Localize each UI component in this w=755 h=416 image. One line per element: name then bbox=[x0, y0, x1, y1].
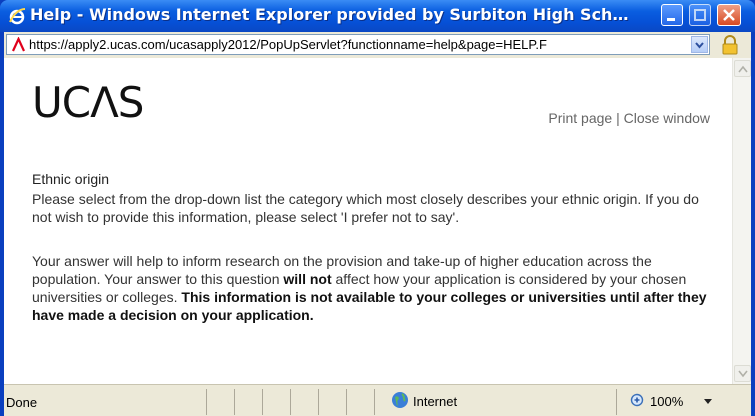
chevron-down-icon bbox=[695, 42, 704, 49]
status-bar: Done Internet 100% bbox=[4, 384, 751, 416]
minimize-icon bbox=[667, 18, 675, 21]
scroll-up-button[interactable] bbox=[734, 60, 751, 77]
chevron-up-icon bbox=[738, 65, 748, 73]
status-pane-divider bbox=[290, 389, 291, 415]
ie-logo-icon bbox=[9, 8, 26, 25]
url-dropdown-button[interactable] bbox=[691, 36, 708, 53]
close-button[interactable] bbox=[717, 4, 741, 26]
print-page-link[interactable]: Print page bbox=[548, 110, 612, 126]
lock-icon[interactable] bbox=[718, 33, 742, 57]
close-window-link[interactable]: Close window bbox=[624, 110, 710, 126]
status-pane-divider bbox=[206, 389, 207, 415]
title-bar[interactable]: Help - Windows Internet Explorer provide… bbox=[0, 0, 755, 32]
zoom-level: 100% bbox=[650, 394, 684, 409]
chevron-down-icon bbox=[738, 370, 748, 378]
chevron-down-icon[interactable] bbox=[704, 399, 712, 404]
address-bar: https://apply2.ucas.com/ucasapply2012/Po… bbox=[4, 32, 751, 58]
status-pane-divider bbox=[262, 389, 263, 415]
scroll-down-button[interactable] bbox=[734, 365, 751, 382]
link-separator: | bbox=[616, 110, 620, 126]
ucas-logo: UCΛS bbox=[32, 78, 144, 127]
browser-window: Help - Windows Internet Explorer provide… bbox=[0, 0, 755, 416]
status-pane-divider bbox=[346, 389, 347, 415]
status-text: Done bbox=[6, 395, 38, 410]
maximize-button[interactable] bbox=[689, 4, 711, 26]
window-title: Help - Windows Internet Explorer provide… bbox=[30, 5, 629, 24]
help-paragraph-1: Please select from the drop-down list th… bbox=[32, 191, 699, 225]
help-paragraph-2: Your answer will help to inform research… bbox=[32, 252, 712, 324]
close-icon bbox=[723, 9, 735, 21]
maximize-icon bbox=[694, 9, 706, 21]
url-field[interactable]: https://apply2.ucas.com/ucasapply2012/Po… bbox=[6, 34, 710, 55]
globe-icon bbox=[392, 392, 408, 408]
status-pane-divider bbox=[318, 389, 319, 415]
vertical-scrollbar[interactable] bbox=[732, 58, 751, 384]
status-pane-divider bbox=[234, 389, 235, 415]
zone-label: Internet bbox=[413, 394, 458, 409]
page-links: Print page | Close window bbox=[548, 110, 710, 126]
page-content: UCΛS Print page | Close window Ethnic or… bbox=[4, 58, 732, 384]
zoom-icon bbox=[630, 393, 644, 407]
paragraph-2-bold-1: will not bbox=[283, 271, 332, 287]
url-text[interactable]: https://apply2.ucas.com/ucasapply2012/Po… bbox=[29, 37, 689, 52]
status-pane-divider bbox=[616, 389, 617, 415]
section-title: Ethnic origin bbox=[32, 171, 110, 187]
minimize-button[interactable] bbox=[661, 4, 683, 26]
status-pane-divider bbox=[374, 389, 375, 415]
ucas-favicon-icon bbox=[12, 37, 25, 52]
